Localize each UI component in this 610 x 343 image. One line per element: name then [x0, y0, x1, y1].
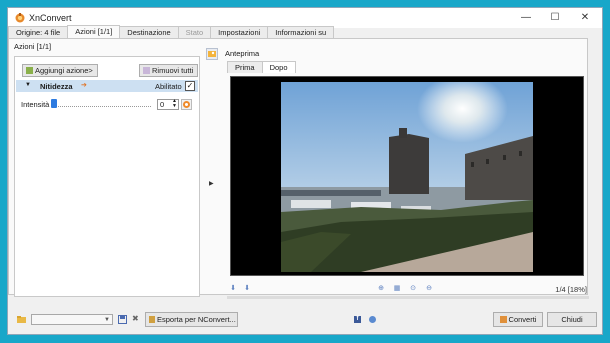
- export-label: Esporta per NConvert...: [157, 315, 236, 324]
- bottom-bar: ▼ ✖ Esporta per NConvert... f Converti C…: [8, 311, 597, 329]
- minimize-button[interactable]: —: [516, 10, 536, 26]
- enabled-label: Abilitato: [155, 82, 182, 91]
- export-nconvert-button[interactable]: Esporta per NConvert...: [145, 312, 238, 327]
- chevron-down-icon: ▼: [104, 317, 110, 323]
- add-action-button[interactable]: Aggiungi azione>: [22, 64, 98, 77]
- collapse-arrow-icon[interactable]: ▼: [25, 82, 31, 88]
- preview-label: Anteprima: [225, 49, 260, 58]
- tab-destinazione[interactable]: Destinazione: [119, 26, 179, 38]
- fit-grid-icon[interactable]: ▦: [393, 285, 401, 293]
- convert-label: Converti: [508, 315, 537, 324]
- spin-arrows-icon[interactable]: ▲ ▼: [172, 99, 177, 109]
- preview-photo: [281, 82, 533, 272]
- tab-impostazioni[interactable]: Impostazioni: [210, 26, 269, 38]
- add-icon: [26, 67, 33, 74]
- action-name: Nitidezza: [40, 82, 73, 91]
- main-tabs: Origine: 4 file Azioni [1/1] Destinazion…: [8, 25, 335, 38]
- facebook-icon[interactable]: f: [354, 316, 361, 323]
- xnconvert-logo-icon: [15, 13, 25, 23]
- maximize-button[interactable]: ☐: [545, 10, 565, 26]
- intensity-label: Intensità: [21, 100, 50, 109]
- preview-toolbar: ⬇ ⬇ ⊕ ▦ ⊙ ⊖ 1/4 [18%]: [227, 282, 589, 296]
- delete-icon[interactable]: ✖: [132, 314, 139, 323]
- tab-dopo[interactable]: Dopo: [261, 61, 296, 73]
- intensity-slider-thumb[interactable]: [51, 99, 57, 108]
- tab-stato[interactable]: Stato: [177, 26, 212, 38]
- arrow-down-icon[interactable]: ⬇: [229, 285, 237, 293]
- folder-icon[interactable]: [17, 315, 26, 324]
- actions-list-panel: [14, 56, 200, 297]
- tab-informazioni[interactable]: Informazioni su: [267, 26, 335, 38]
- remove-all-button[interactable]: Rimuovi tutti: [139, 64, 198, 77]
- preview-icon[interactable]: [206, 48, 218, 60]
- reset-button[interactable]: [181, 99, 192, 110]
- intensity-spinbox[interactable]: 0 ▲ ▼: [157, 99, 179, 110]
- add-action-label: Aggiungi azione>: [35, 66, 93, 75]
- remove-icon: [143, 67, 150, 74]
- close-window-button[interactable]: ✕: [575, 10, 595, 26]
- save-icon[interactable]: [118, 315, 127, 324]
- convert-icon: [499, 316, 507, 323]
- enabled-checkbox[interactable]: ✓: [185, 81, 195, 91]
- preset-combo[interactable]: ▼: [31, 314, 113, 325]
- action-row-nitidezza[interactable]: ▼ Nitidezza ➔ Abilitato ✓: [16, 80, 198, 92]
- window-title: XnConvert: [29, 13, 72, 23]
- preview-frame: [230, 76, 584, 276]
- preview-tabs: Prima Dopo: [227, 61, 296, 73]
- close-button[interactable]: Chiudi: [547, 312, 597, 327]
- zoom-out-icon[interactable]: ⊖: [425, 285, 433, 293]
- actions-label: Azioni [1/1]: [14, 42, 52, 51]
- arrow-down-alt-icon[interactable]: ⬇: [243, 285, 251, 293]
- page-indicator: 1/4 [18%]: [555, 285, 587, 294]
- intensity-slider-track[interactable]: [55, 106, 151, 107]
- move-arrow-icon[interactable]: ➔: [81, 81, 87, 89]
- reset-icon: [183, 101, 190, 108]
- tab-origine[interactable]: Origine: 4 file: [8, 26, 69, 38]
- close-label: Chiudi: [561, 315, 583, 324]
- remove-all-label: Rimuovi tutti: [152, 66, 194, 75]
- export-icon: [149, 316, 155, 323]
- help-icon[interactable]: [369, 316, 376, 323]
- tab-prima[interactable]: Prima: [227, 61, 263, 73]
- horizontal-scrollbar[interactable]: [227, 296, 589, 299]
- zoom-fit-icon[interactable]: ⊙: [409, 285, 417, 293]
- convert-button[interactable]: Converti: [493, 312, 543, 327]
- tab-azioni[interactable]: Azioni [1/1]: [67, 25, 121, 38]
- intensity-value: 0: [160, 100, 165, 109]
- splitter-arrow-icon[interactable]: ▶: [209, 180, 214, 187]
- zoom-in-icon[interactable]: ⊕: [377, 285, 385, 293]
